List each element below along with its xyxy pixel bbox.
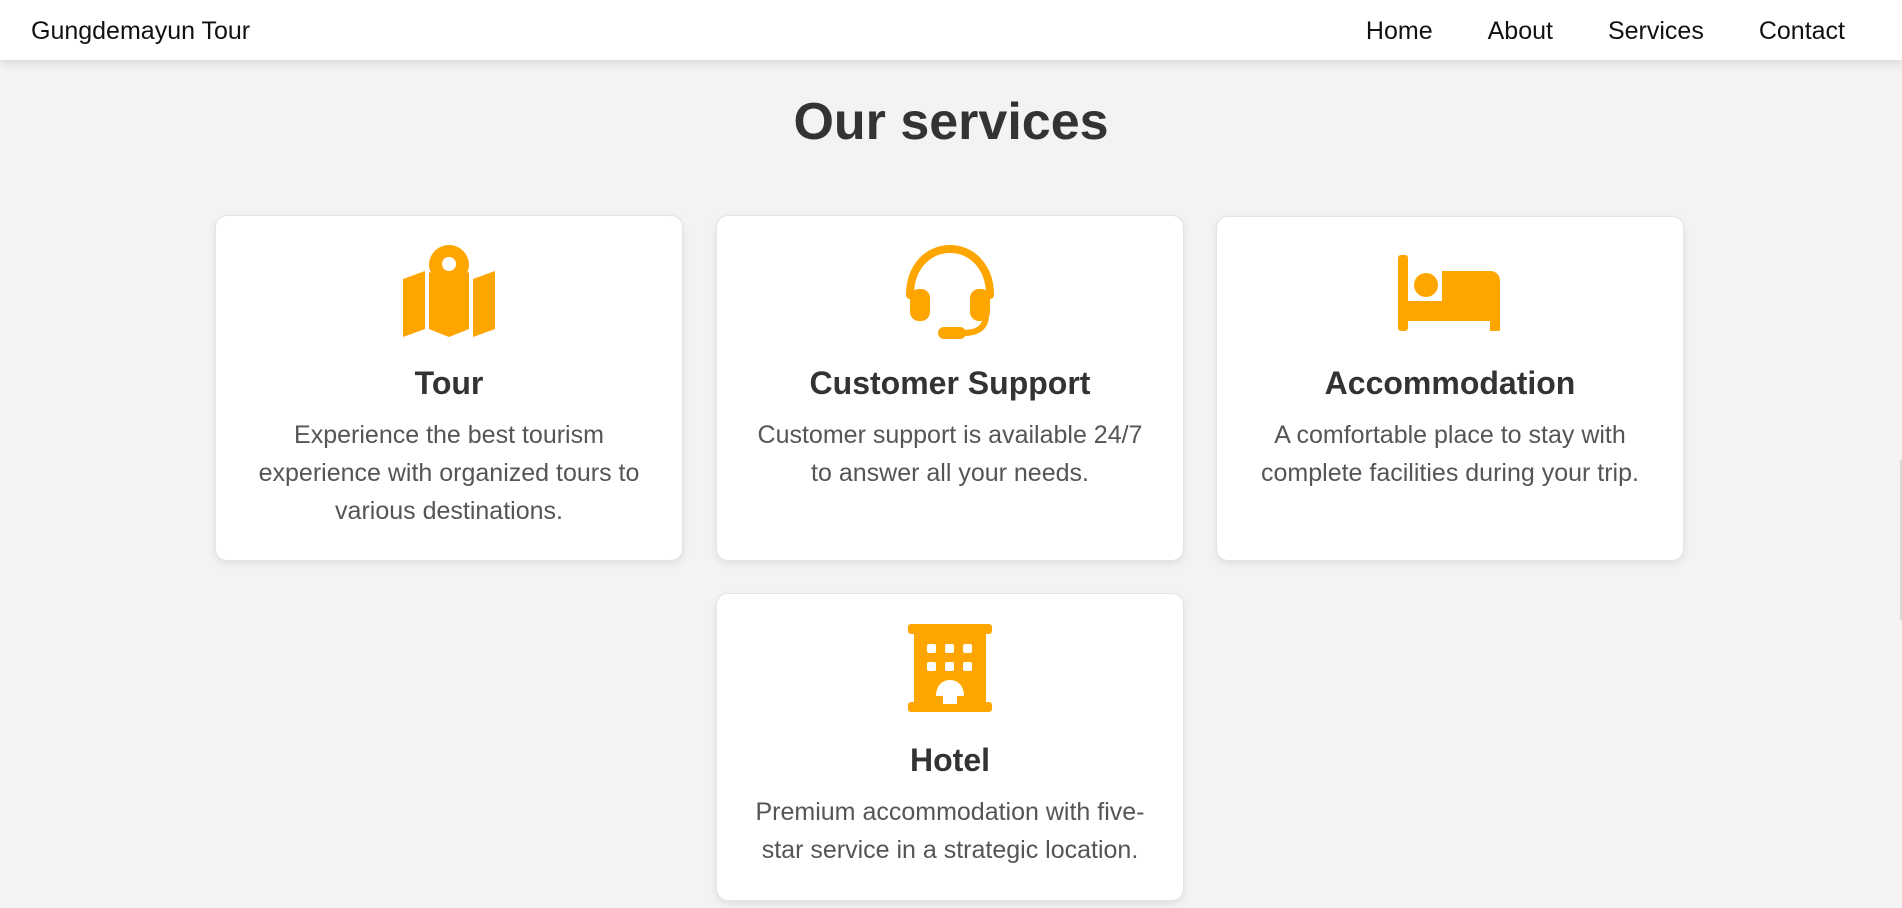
service-card-customer-support: Customer Support Customer support is ava… xyxy=(716,215,1184,561)
service-description: Experience the best tourism experience w… xyxy=(258,421,640,525)
service-title: Tour xyxy=(414,365,484,401)
service-card-hotel: Hotel Premium accommodation with five-st… xyxy=(716,593,1184,901)
page-title: Our services xyxy=(793,93,1109,151)
service-title: Hotel xyxy=(910,742,990,778)
map-location-icon xyxy=(403,245,495,337)
nav-link-home[interactable]: Home xyxy=(1366,17,1433,45)
nav-link-about[interactable]: About xyxy=(1488,17,1553,45)
bed-icon xyxy=(1398,255,1500,331)
service-title: Accommodation xyxy=(1324,365,1576,401)
service-description: A comfortable place to stay with complet… xyxy=(1261,421,1639,487)
service-card-tour: Tour Experience the best tourism experie… xyxy=(215,215,683,561)
nav-link-contact[interactable]: Contact xyxy=(1759,17,1845,45)
service-card-accommodation: Accommodation A comfortable place to sta… xyxy=(1216,216,1684,561)
navbar: Gungdemayun Tour Home About Services Con… xyxy=(0,0,1902,60)
headset-icon xyxy=(906,245,994,339)
service-description: Premium accommodation with five-star ser… xyxy=(755,798,1145,864)
nav-link-services[interactable]: Services xyxy=(1608,17,1704,45)
hotel-building-icon xyxy=(908,624,992,712)
service-title: Customer Support xyxy=(809,365,1091,401)
nav-links: Home About Services Contact xyxy=(1366,17,1845,45)
brand-logo-text[interactable]: Gungdemayun Tour xyxy=(31,17,250,45)
service-description: Customer support is available 24/7 to an… xyxy=(757,421,1143,487)
